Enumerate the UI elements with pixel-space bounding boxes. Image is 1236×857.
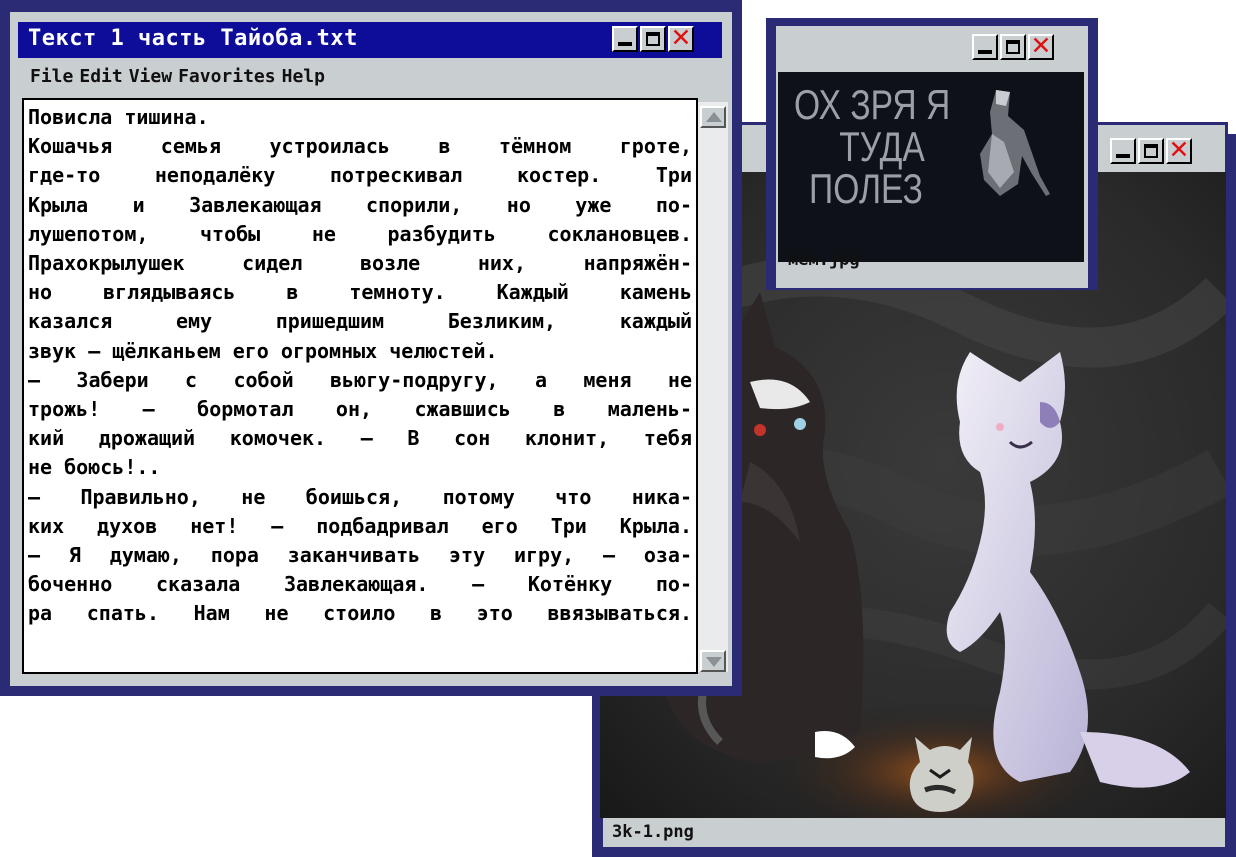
text-line: Повисла тишина. bbox=[28, 105, 209, 129]
text-area[interactable]: Повисла тишина. Кошачья семья устроилась … bbox=[22, 98, 698, 674]
text-line: где-то неподалёку потрескивал костер. Тр… bbox=[28, 163, 692, 188]
minimize-icon bbox=[1116, 154, 1130, 158]
text-line: боченно сказала Завлекающая. — Котёнку п… bbox=[28, 572, 692, 597]
close-button[interactable]: ✕ bbox=[668, 23, 694, 52]
maximize-button[interactable] bbox=[1138, 138, 1164, 164]
maximize-icon bbox=[1006, 40, 1020, 54]
meme-figure bbox=[980, 90, 1050, 196]
minimize-icon bbox=[978, 50, 992, 54]
window-controls: ✕ bbox=[612, 23, 694, 52]
menu-file[interactable]: File bbox=[30, 66, 73, 87]
text-line: — Правильно, не боишься, потому что ника… bbox=[28, 484, 692, 509]
arrow-up-icon bbox=[706, 112, 722, 122]
text-line: Прахокрылушек сидел возле них, напряжён- bbox=[28, 251, 692, 276]
maximize-icon bbox=[646, 32, 660, 46]
vertical-scrollbar[interactable] bbox=[698, 102, 728, 672]
title-bar[interactable]: Текст 1 часть Тайоба.txt ✕ bbox=[18, 22, 722, 58]
meme-image: ОХ ЗРЯ Я ТУДА ПОЛЕЗ bbox=[778, 72, 1084, 262]
scroll-up-button[interactable] bbox=[700, 106, 726, 128]
maximize-icon bbox=[1144, 144, 1158, 158]
menu-help[interactable]: Help bbox=[282, 66, 325, 87]
meme-window[interactable]: ✕ ОХ ЗРЯ Я ТУДА ПОЛЕЗ мем.jpg bbox=[766, 18, 1098, 290]
maximize-button[interactable] bbox=[640, 26, 666, 52]
minimize-button[interactable] bbox=[1110, 138, 1136, 164]
text-line: лушепотом, чтобы не разбудить соклановце… bbox=[28, 221, 692, 246]
close-button[interactable]: ✕ bbox=[1166, 135, 1192, 164]
text-line: казался ему пришедшим Безликим, каждый bbox=[28, 309, 692, 334]
minimize-icon bbox=[618, 42, 632, 46]
close-icon: ✕ bbox=[670, 23, 692, 52]
menu-favorites[interactable]: Favorites bbox=[178, 66, 276, 87]
close-button[interactable]: ✕ bbox=[1028, 31, 1054, 60]
text-line: не боюсь!.. bbox=[28, 455, 161, 480]
text-line: Крыла и Завлекающая спорили, но уже по- bbox=[28, 192, 692, 217]
maximize-button[interactable] bbox=[1000, 34, 1026, 60]
text-line: но вглядываясь в темноту. Каждый камень bbox=[28, 280, 692, 305]
menu-bar: File Edit View Favorites Help bbox=[30, 66, 331, 87]
text-line: звук — щёлканьем его огромных челюстей. bbox=[28, 338, 498, 363]
text-line: — Забери с собой вьюгу-подругу, а меня н… bbox=[28, 367, 692, 392]
text-line: — Я думаю, пора заканчивать эту игру, — … bbox=[28, 543, 692, 568]
close-icon: ✕ bbox=[1030, 31, 1052, 60]
menu-view[interactable]: View bbox=[129, 66, 172, 87]
window-title: Текст 1 часть Тайоба.txt bbox=[28, 26, 358, 51]
minimize-button[interactable] bbox=[972, 34, 998, 60]
arrow-down-icon bbox=[706, 657, 722, 667]
text-line: ра спать. Нам не стоило в это ввязыватьс… bbox=[28, 601, 692, 626]
scroll-down-button[interactable] bbox=[700, 650, 726, 672]
menu-edit[interactable]: Edit bbox=[79, 66, 122, 87]
meme-filename: мем.jpg bbox=[788, 250, 860, 270]
window-controls: ✕ bbox=[1110, 135, 1192, 164]
text-line: ких духов нет! — подбадривал его Три Кры… bbox=[28, 513, 692, 538]
text-line: кий дрожащий комочек. — В сон клонит, те… bbox=[28, 426, 692, 451]
image-filename: 3k-1.png bbox=[612, 822, 694, 842]
minimize-button[interactable] bbox=[612, 26, 638, 52]
text-line: Кошачья семья устроилась в тёмном гроте, bbox=[28, 134, 692, 159]
close-icon: ✕ bbox=[1168, 135, 1190, 164]
window-controls: ✕ bbox=[972, 31, 1054, 60]
text-editor-window[interactable]: Текст 1 часть Тайоба.txt ✕ File Edit View F… bbox=[0, 0, 742, 696]
text-line: трожь! — бормотал он, сжавшись в малень- bbox=[28, 397, 692, 422]
